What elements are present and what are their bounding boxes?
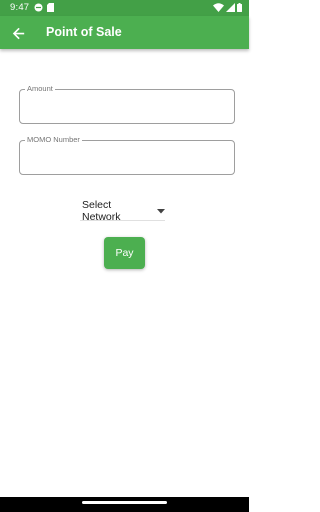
navigation-bar — [0, 497, 249, 512]
network-dropdown-label: Select Network — [82, 199, 121, 223]
status-right-icons — [213, 3, 242, 14]
pay-button[interactable]: Pay — [104, 237, 145, 269]
back-button[interactable] — [8, 23, 28, 43]
amount-input[interactable] — [28, 98, 226, 116]
momo-number-input[interactable] — [28, 149, 226, 167]
amount-label: Amount — [25, 84, 55, 94]
page-title: Point of Sale — [46, 25, 122, 39]
battery-icon — [237, 3, 242, 14]
momo-number-field[interactable]: MOMO Number — [19, 135, 235, 175]
amount-field[interactable]: Amount — [19, 84, 235, 124]
status-time: 9:47 — [10, 2, 30, 13]
sd-card-icon — [47, 3, 54, 14]
caret-down-icon — [157, 208, 165, 214]
status-left-icons — [34, 3, 54, 14]
status-bar: 9:47 — [0, 0, 249, 16]
network-dropdown[interactable]: Select Network — [80, 199, 165, 223]
signal-icon — [226, 3, 235, 14]
sync-icon — [34, 3, 43, 14]
app-bar: Point of Sale — [0, 16, 249, 49]
wifi-icon — [213, 3, 224, 14]
arrow-back-icon — [12, 27, 24, 39]
momo-number-label: MOMO Number — [25, 135, 82, 145]
home-handle[interactable] — [82, 501, 167, 504]
